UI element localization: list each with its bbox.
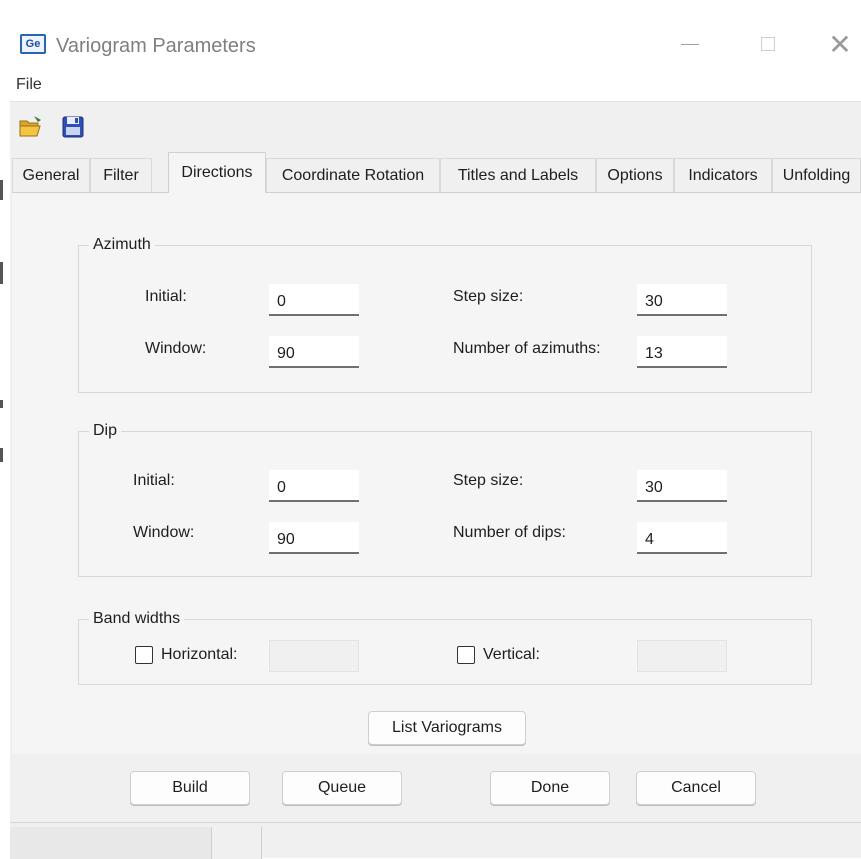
horizontal-checkbox[interactable] (135, 646, 153, 664)
minimize-button[interactable] (670, 26, 710, 62)
close-button[interactable]: ✕ (820, 26, 860, 62)
maximize-button[interactable] (748, 26, 788, 62)
tab-coordinate-rotation[interactable]: Coordinate Rotation (266, 158, 440, 192)
toolbar (10, 102, 861, 150)
dip-group: Dip Initial: Window: Step size: Number o… (78, 422, 812, 577)
vertical-checkbox[interactable] (457, 646, 475, 664)
floppy-save-icon (62, 116, 84, 138)
queue-button[interactable]: Queue (282, 771, 402, 805)
close-icon: ✕ (828, 28, 852, 60)
title-bar[interactable]: Ge Variogram Parameters ✕ (10, 14, 861, 68)
azimuth-count-input[interactable] (637, 336, 727, 368)
background-window-strip (0, 0, 861, 14)
edge-mark (0, 448, 3, 462)
dip-count-input[interactable] (637, 522, 727, 554)
vertical-width-input (637, 640, 727, 672)
tab-titles-and-labels[interactable]: Titles and Labels (440, 158, 596, 192)
menu-file[interactable]: File (16, 76, 42, 94)
dip-initial-label: Initial: (133, 472, 175, 489)
build-button[interactable]: Build (130, 771, 250, 805)
dip-count-label: Number of dips: (453, 524, 566, 541)
tab-options[interactable]: Options (596, 158, 674, 192)
band-widths-group: Band widths Horizontal: Vertical: (78, 610, 812, 685)
done-button[interactable]: Done (490, 771, 610, 805)
tab-directions[interactable]: Directions (168, 152, 266, 193)
save-button[interactable] (60, 114, 86, 140)
azimuth-group: Azimuth Initial: Window: Step size: Numb… (78, 236, 812, 393)
dip-window-label: Window: (133, 524, 195, 541)
tab-indicators[interactable]: Indicators (674, 158, 772, 192)
dip-legend: Dip (89, 422, 122, 440)
tab-unfolding[interactable]: Unfolding (772, 158, 861, 192)
directions-panel: Azimuth Initial: Window: Step size: Numb… (12, 192, 861, 754)
edge-mark (0, 180, 3, 200)
open-button[interactable] (18, 114, 44, 140)
azimuth-window-input[interactable] (269, 336, 359, 368)
status-bar (10, 822, 861, 859)
tab-strip: General Filter Directions Coordinate Rot… (10, 150, 861, 193)
azimuth-step-input[interactable] (637, 284, 727, 316)
vertical-label: Vertical: (483, 646, 540, 663)
dip-step-input[interactable] (637, 470, 727, 502)
edge-mark (0, 400, 3, 408)
status-panel-1 (10, 827, 212, 859)
azimuth-window-label: Window: (145, 340, 207, 357)
dip-initial-input[interactable] (269, 470, 359, 502)
azimuth-initial-input[interactable] (269, 284, 359, 316)
dip-window-input[interactable] (269, 522, 359, 554)
list-variograms-button[interactable]: List Variograms (368, 711, 526, 745)
cancel-button[interactable]: Cancel (636, 771, 756, 805)
status-panel-2 (212, 827, 262, 859)
tab-general[interactable]: General (12, 158, 90, 192)
band-widths-legend: Band widths (89, 610, 185, 628)
variogram-parameters-window: Ge Variogram Parameters ✕ File General F… (10, 14, 861, 859)
background-window-title-fragment (12, 0, 18, 11)
azimuth-legend: Azimuth (89, 236, 155, 254)
horizontal-label: Horizontal: (161, 646, 238, 663)
app-icon: Ge (20, 34, 46, 54)
azimuth-step-label: Step size: (453, 288, 524, 305)
azimuth-count-label: Number of azimuths: (453, 340, 601, 357)
edge-mark (0, 262, 3, 284)
menu-bar: File (10, 68, 861, 102)
window-title: Variogram Parameters (56, 35, 256, 57)
azimuth-initial-label: Initial: (145, 288, 187, 305)
minimize-icon (681, 43, 699, 45)
open-folder-icon (19, 116, 41, 137)
dip-step-label: Step size: (453, 472, 524, 489)
horizontal-width-input (269, 640, 359, 672)
maximize-icon (761, 37, 775, 51)
tab-filter[interactable]: Filter (90, 158, 152, 192)
